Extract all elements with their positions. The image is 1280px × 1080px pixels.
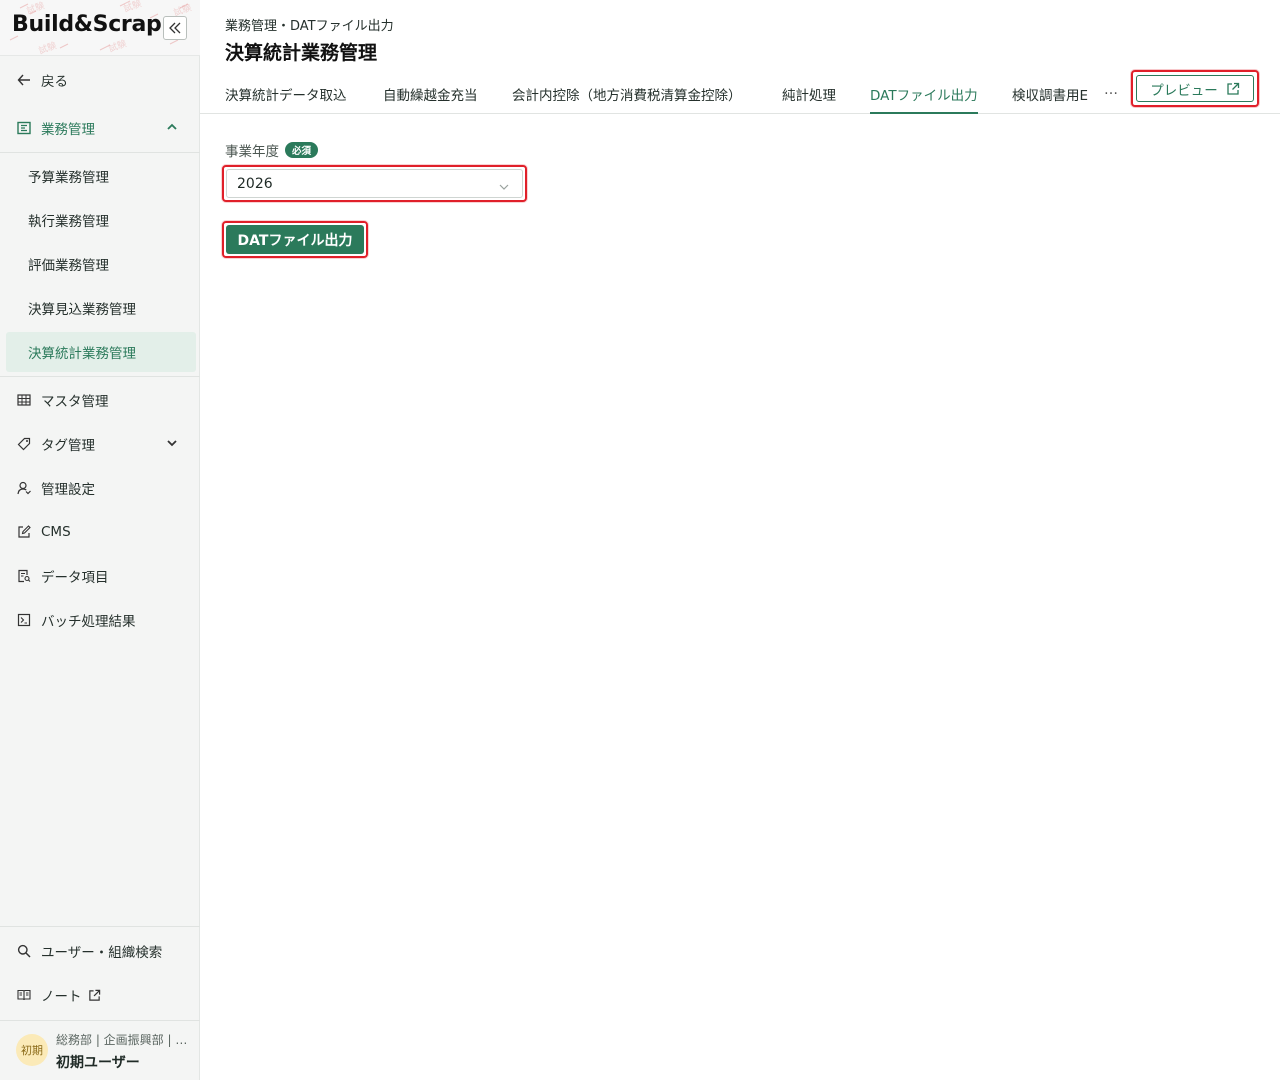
sidebar-item-admin[interactable]: 管理設定 xyxy=(0,468,200,508)
fiscal-year-select[interactable]: 2026 xyxy=(226,169,523,198)
chevron-down-icon xyxy=(167,440,177,447)
search-icon xyxy=(16,943,32,959)
user-org: 総務部 | 企画振興部 | … xyxy=(56,1033,188,1047)
divider xyxy=(0,152,200,153)
sidebar-item-budget[interactable]: 予算業務管理 xyxy=(0,156,200,196)
sidebar-item-settlement-statistics[interactable]: 決算統計業務管理 xyxy=(6,332,196,372)
sidebar-item-label: ノート xyxy=(41,989,82,1005)
divider xyxy=(0,926,200,927)
arrow-left-icon xyxy=(16,72,32,88)
tabs-more-button[interactable]: … xyxy=(1104,82,1118,98)
sidebar-item-execution[interactable]: 執行業務管理 xyxy=(0,200,200,240)
logo-area: 試験 試験 試験 試験 試験 Build&Scrap xyxy=(0,0,200,56)
back-link[interactable]: 戻る xyxy=(0,60,200,100)
business-icon xyxy=(16,120,32,136)
sidebar-item-label: CMS xyxy=(41,524,71,540)
chevron-down-icon xyxy=(499,184,509,190)
external-link-icon xyxy=(88,989,100,1001)
svg-text:試験: 試験 xyxy=(107,37,128,54)
double-chevron-left-icon xyxy=(169,22,181,34)
sidebar-item-settlement-forecast[interactable]: 決算見込業務管理 xyxy=(0,288,200,328)
fiscal-year-select-highlight: 2026 xyxy=(222,165,527,202)
sidebar-item-business[interactable]: 業務管理 xyxy=(0,108,200,148)
sidebar-item-batch-results[interactable]: バッチ処理結果 xyxy=(0,600,200,640)
tab-settlement-data-import[interactable]: 決算統計データ取込 xyxy=(225,84,347,114)
sidebar-item-label: 業務管理 xyxy=(41,122,95,138)
sidebar-item-label: マスタ管理 xyxy=(41,394,109,410)
sidebar-item-user-search[interactable]: ユーザー・組織検索 xyxy=(0,931,200,971)
fiscal-year-label: 事業年度 必須 xyxy=(225,140,319,160)
svg-text:試験: 試験 xyxy=(37,39,58,56)
sidebar-item-label: 管理設定 xyxy=(41,482,95,498)
edit-icon xyxy=(16,524,32,540)
sidebar-item-cms[interactable]: CMS xyxy=(0,512,200,552)
user-settings-icon xyxy=(16,480,32,496)
page-title: 決算統計業務管理 xyxy=(225,42,378,64)
dat-output-button-highlight: DATファイル出力 xyxy=(222,221,368,258)
avatar: 初期 xyxy=(16,1034,48,1066)
preview-label: プレビュー xyxy=(1150,82,1218,99)
tab-internal-deduction[interactable]: 会計内控除（地方消費税清算金控除） xyxy=(512,84,742,114)
sidebar: 試験 試験 試験 試験 試験 Build&Scrap 戻る 業務管理 予算業務管… xyxy=(0,0,200,1080)
external-link-icon xyxy=(1227,82,1239,95)
chevron-up-icon xyxy=(167,123,177,130)
current-user[interactable]: 初期 総務部 | 企画振興部 | … 初期ユーザー xyxy=(0,1020,200,1080)
table-icon xyxy=(16,392,32,408)
document-search-icon xyxy=(16,568,32,584)
preview-button-highlight: プレビュー xyxy=(1131,70,1259,107)
sidebar-item-master[interactable]: マスタ管理 xyxy=(0,380,200,420)
book-icon xyxy=(16,987,32,1003)
app-logo: Build&Scrap xyxy=(12,12,162,37)
preview-button[interactable]: プレビュー xyxy=(1136,75,1254,102)
tag-icon xyxy=(16,436,32,452)
tab-net-processing[interactable]: 純計処理 xyxy=(782,84,836,114)
sidebar-item-label: ユーザー・組織検索 xyxy=(41,945,163,961)
sidebar-item-evaluation[interactable]: 評価業務管理 xyxy=(0,244,200,284)
sidebar-item-label: データ項目 xyxy=(41,570,109,586)
user-name: 初期ユーザー xyxy=(56,1055,140,1071)
sidebar-item-label: バッチ処理結果 xyxy=(41,614,136,630)
divider xyxy=(0,376,200,377)
collapse-sidebar-button[interactable] xyxy=(163,16,187,40)
tab-inspection-report[interactable]: 検収調書用E xyxy=(1012,84,1090,114)
fiscal-year-label-text: 事業年度 xyxy=(225,144,279,160)
back-label: 戻る xyxy=(41,74,68,90)
sidebar-item-note[interactable]: ノート xyxy=(0,975,200,1015)
sidebar-item-label: タグ管理 xyxy=(41,438,95,454)
required-badge: 必須 xyxy=(285,142,319,158)
terminal-icon xyxy=(16,612,32,628)
tab-dat-file-output[interactable]: DATファイル出力 xyxy=(870,84,978,114)
tab-auto-carryover[interactable]: 自動繰越金充当 xyxy=(383,84,478,114)
sidebar-item-tags[interactable]: タグ管理 xyxy=(0,424,200,464)
breadcrumb: 業務管理・DATファイル出力 xyxy=(225,19,394,34)
dat-output-button[interactable]: DATファイル出力 xyxy=(226,225,364,254)
fiscal-year-value: 2026 xyxy=(237,175,273,192)
tab-bar: 決算統計データ取込 自動繰越金充当 会計内控除（地方消費税清算金控除） 純計処理… xyxy=(200,70,1280,114)
sidebar-item-data-items[interactable]: データ項目 xyxy=(0,556,200,596)
